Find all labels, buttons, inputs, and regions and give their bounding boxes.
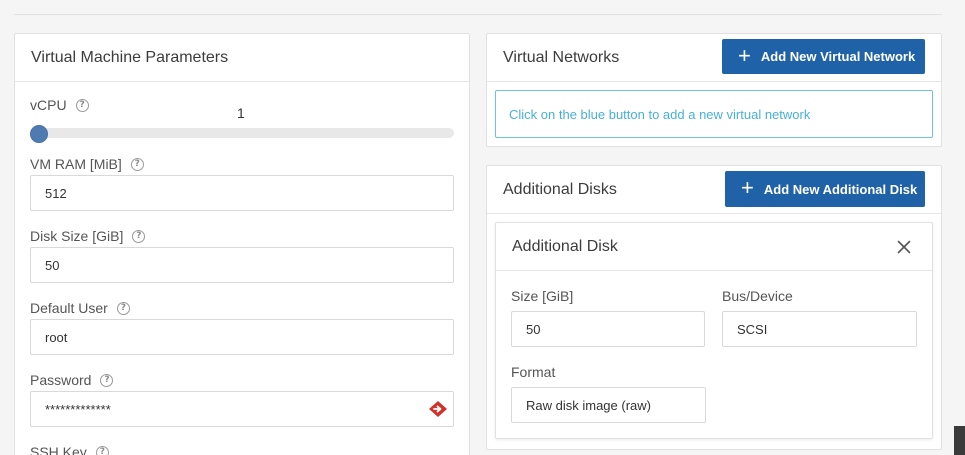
help-icon[interactable]: ? (95, 445, 109, 455)
vcpu-label-text: vCPU (30, 97, 67, 113)
ram-label: VM RAM [MiB] ? (30, 156, 144, 172)
ssh-key-label-text: SSH Key (30, 444, 87, 455)
ram-input[interactable] (30, 175, 454, 211)
plus-icon: + (741, 175, 754, 200)
password-label-text: Password (30, 372, 92, 388)
password-label: Password ? (30, 372, 114, 388)
help-icon[interactable]: ? (132, 229, 146, 243)
disk-size-gib-label: Size [GiB] (511, 288, 574, 304)
help-icon[interactable]: ? (100, 373, 114, 387)
top-divider (14, 14, 942, 15)
close-icon[interactable] (897, 240, 911, 254)
password-input[interactable] (30, 391, 454, 427)
password-reveal-icon[interactable] (428, 400, 448, 418)
vcpu-label: vCPU ? (30, 97, 89, 113)
format-label: Format (511, 364, 556, 380)
scrollbar[interactable] (954, 426, 965, 455)
help-icon[interactable]: ? (75, 98, 89, 112)
vm-parameters-title: Virtual Machine Parameters (15, 34, 469, 82)
add-virtual-network-button[interactable]: + Add New Virtual Network (722, 39, 925, 74)
bus-device-input[interactable] (722, 311, 917, 347)
help-icon[interactable]: ? (130, 157, 144, 171)
default-user-label: Default User ? (30, 300, 130, 316)
disk-size-label-text: Disk Size [GiB] (30, 228, 124, 244)
ram-label-text: VM RAM [MiB] (30, 156, 122, 172)
help-icon[interactable]: ? (116, 301, 130, 315)
add-additional-disk-label: Add New Additional Disk (763, 181, 918, 197)
vcpu-value: 1 (237, 105, 245, 121)
add-additional-disk-button[interactable]: + Add New Additional Disk (725, 171, 925, 207)
vcpu-slider-thumb[interactable] (30, 125, 48, 143)
ssh-key-label: SSH Key ? (30, 444, 109, 455)
disk-size-input[interactable] (30, 247, 454, 283)
virtual-networks-info: Click on the blue button to add a new vi… (495, 90, 933, 138)
bus-device-label: Bus/Device (722, 288, 793, 304)
additional-disk-title: Additional Disk (496, 223, 932, 271)
plus-icon: + (738, 42, 751, 68)
format-input[interactable] (511, 387, 706, 423)
disk-size-gib-input[interactable] (511, 311, 705, 347)
add-virtual-network-label: Add New Virtual Network (760, 49, 916, 64)
disk-size-label: Disk Size [GiB] ? (30, 228, 146, 244)
default-user-input[interactable] (30, 319, 454, 355)
vcpu-slider-track[interactable] (30, 128, 454, 138)
default-user-label-text: Default User (30, 300, 108, 316)
